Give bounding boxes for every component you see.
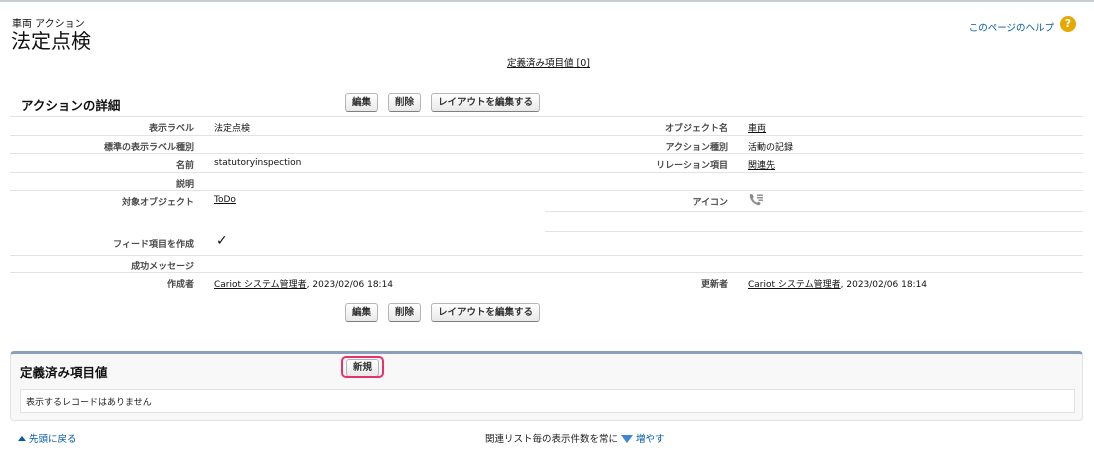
- display-label-label: 表示ラベル: [148, 124, 194, 134]
- row-divider: [10, 172, 1083, 173]
- icon-label: アイコン: [692, 198, 728, 208]
- created-by-user-link[interactable]: Cariot システム管理者: [214, 280, 307, 290]
- edit-layout-button[interactable]: レイアウトを編集する: [431, 93, 541, 112]
- back-to-top-link[interactable]: 先頭に戻る: [18, 431, 77, 445]
- action-type-value: 活動の記録: [748, 143, 794, 153]
- new-button-highlight: [341, 356, 384, 378]
- row-divider: [10, 272, 1083, 273]
- phone-list-icon: [748, 192, 764, 208]
- object-name-link[interactable]: 車両: [748, 121, 766, 134]
- jump-link-defined-values[interactable]: 定義済み項目値 [0]: [507, 55, 590, 69]
- target-object-link[interactable]: ToDo: [214, 195, 236, 205]
- related-list-title: 定義済み項目値: [20, 365, 108, 380]
- display-label-value: 法定点検: [214, 124, 251, 134]
- page-title: 法定点検: [11, 29, 91, 53]
- row-divider: [10, 135, 1083, 136]
- modified-by-label: 更新者: [700, 280, 728, 290]
- created-by-label: 作成者: [166, 280, 194, 290]
- created-by-value: Cariot システム管理者, 2023/02/06 18:14: [214, 277, 393, 290]
- edit-button[interactable]: 編集: [345, 93, 379, 112]
- modified-by-user-link[interactable]: Cariot システム管理者: [748, 280, 841, 290]
- success-message-label: 成功メッセージ: [131, 262, 194, 272]
- edit-layout-button-bottom[interactable]: レイアウトを編集する: [431, 303, 541, 322]
- show-more-label: 増やす: [636, 434, 665, 445]
- object-name-label: オブジェクト名: [664, 124, 728, 134]
- question-circle-icon[interactable]: ?: [1060, 16, 1076, 32]
- arrow-down-icon: [621, 435, 634, 443]
- related-list-body: 表示するレコードはありません: [20, 389, 1075, 413]
- row-divider: [10, 255, 1083, 256]
- delete-button[interactable]: 削除: [388, 93, 422, 112]
- row-divider: [545, 211, 1083, 212]
- created-by-datetime: , 2023/02/06 18:14: [306, 280, 394, 290]
- create-feed-item-label: フィード項目を作成: [113, 240, 194, 250]
- related-list-defined-values: 定義済み項目値 表示するレコードはありません: [10, 351, 1083, 421]
- standard-label-type-label: 標準の表示ラベル種別: [103, 143, 194, 153]
- detail-section-title: アクションの詳細: [21, 98, 121, 113]
- row-divider: [545, 231, 1083, 232]
- row-divider: [10, 116, 1083, 117]
- help-link[interactable]: このページのヘルプ: [969, 20, 1054, 34]
- action-type-label: アクション種別: [665, 143, 728, 153]
- api-name-label: 名前: [175, 161, 194, 171]
- api-name-value: statutoryinspection: [214, 158, 302, 168]
- row-divider: [10, 153, 1083, 154]
- row-divider: [10, 190, 1083, 191]
- modified-by-datetime: , 2023/02/06 18:14: [840, 280, 928, 290]
- back-to-top-label: 先頭に戻る: [29, 434, 77, 445]
- show-more-prefix: 関連リスト毎の表示件数を常に: [485, 434, 619, 445]
- description-label: 説明: [175, 180, 194, 190]
- relation-field-link[interactable]: 関連先: [748, 158, 775, 171]
- relation-field-label: リレーション項目: [656, 161, 728, 171]
- modified-by-value: Cariot システム管理者, 2023/02/06 18:14: [748, 277, 927, 290]
- empty-message: 表示するレコードはありません: [26, 398, 152, 408]
- edit-button-bottom[interactable]: 編集: [345, 303, 379, 322]
- show-more-row: 関連リスト毎の表示件数を常に 増やす: [485, 431, 665, 445]
- target-object-label: 対象オブジェクト: [121, 198, 194, 208]
- arrow-up-icon: [18, 436, 26, 441]
- top-border: [0, 0, 1094, 2]
- delete-button-bottom[interactable]: 削除: [388, 303, 422, 322]
- show-more-link[interactable]: 増やす: [621, 434, 665, 445]
- create-feed-item-check-icon: ✓: [216, 233, 228, 249]
